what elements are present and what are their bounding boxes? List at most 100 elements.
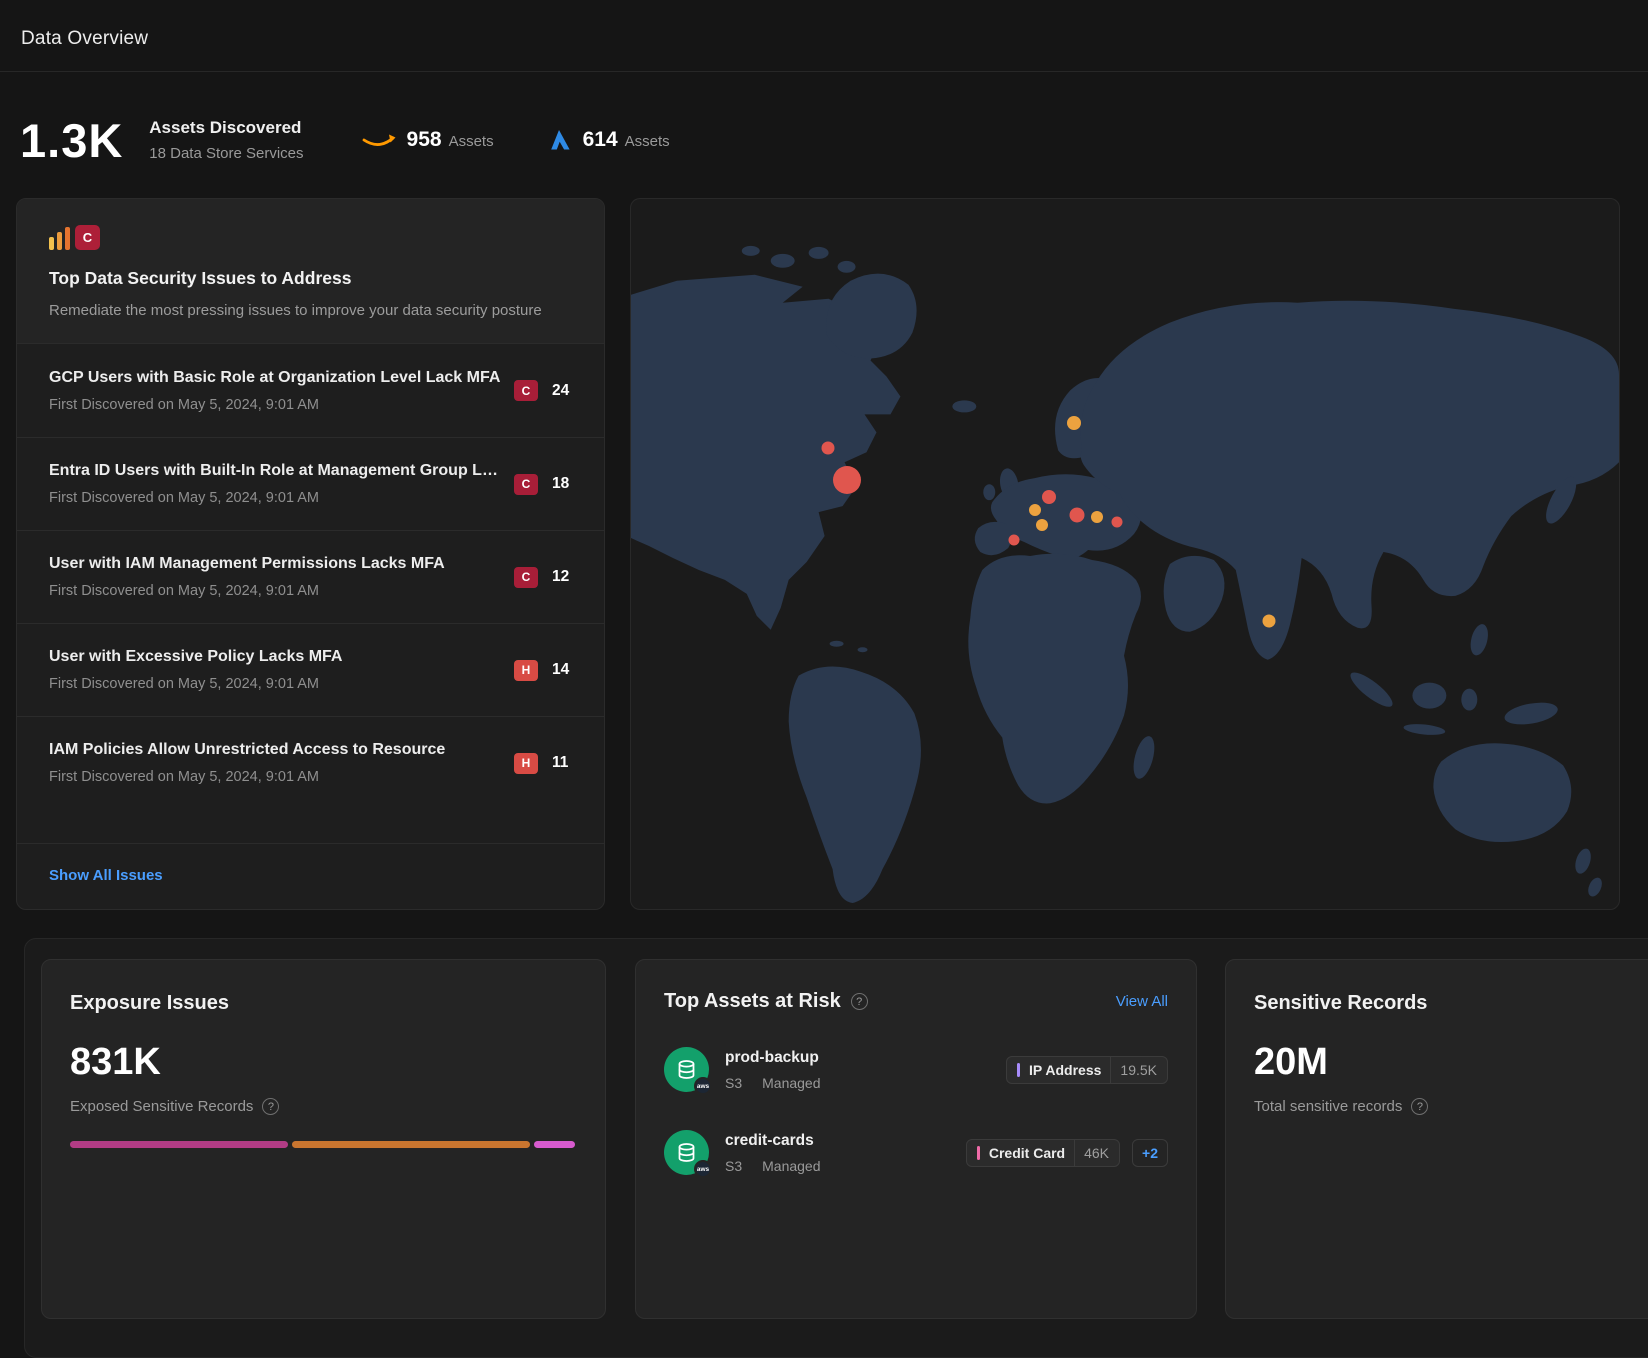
issue-title: IAM Policies Allow Unrestricted Access t… — [49, 741, 502, 759]
aws-provider-badge: aws — [694, 1160, 712, 1178]
asset-service: S3 — [725, 1075, 742, 1091]
map-marker[interactable] — [1036, 519, 1048, 531]
asset-status: Managed — [762, 1075, 820, 1091]
critical-badge-icon: C — [75, 225, 100, 250]
map-dots-layer — [631, 199, 1619, 909]
issue-discovered-date: First Discovered on May 5, 2024, 9:01 AM — [49, 676, 502, 692]
issues-card-header: C Top Data Security Issues to Address Re… — [17, 199, 604, 344]
tag-value: 46K — [1084, 1145, 1109, 1161]
issue-count: 11 — [552, 754, 572, 772]
tag-accent-bar — [977, 1146, 980, 1160]
asset-status: Managed — [762, 1158, 820, 1174]
tag-accent-bar — [1017, 1063, 1020, 1077]
data-store-services-label: 18 Data Store Services — [149, 145, 303, 162]
sensitive-records-value: 20M — [1254, 1041, 1648, 1084]
severity-badge: H — [514, 753, 538, 774]
issue-count: 14 — [552, 661, 572, 679]
severity-badge: H — [514, 660, 538, 681]
issue-count: 12 — [552, 568, 572, 586]
view-all-link[interactable]: View All — [1116, 993, 1168, 1010]
aws-provider-badge: aws — [694, 1077, 712, 1095]
provider-stat-azure: 614 Assets — [546, 128, 670, 152]
tag-divider — [1074, 1139, 1075, 1166]
map-marker[interactable] — [833, 466, 861, 494]
tag-value: 19.5K — [1120, 1062, 1157, 1078]
assets-discovered-label: Assets Discovered — [149, 118, 303, 138]
issues-card-subtitle: Remediate the most pressing issues to im… — [49, 302, 572, 319]
map-marker[interactable] — [1069, 507, 1084, 522]
exposure-issues-card: Exposure Issues 831K Exposed Sensitive R… — [41, 959, 606, 1319]
issues-list: GCP Users with Basic Role at Organizatio… — [17, 344, 604, 843]
severity-badge: C — [514, 474, 538, 495]
help-icon[interactable] — [1411, 1098, 1428, 1115]
issue-row[interactable]: User with IAM Management Permissions Lac… — [17, 530, 604, 623]
header-divider — [0, 71, 1648, 72]
sensitive-records-label: Total sensitive records — [1254, 1098, 1402, 1115]
provider-stat-aws: 958 Assets — [362, 128, 494, 152]
map-marker[interactable] — [1112, 517, 1123, 528]
issue-discovered-date: First Discovered on May 5, 2024, 9:01 AM — [49, 583, 502, 599]
exposure-bar-segment — [534, 1141, 575, 1148]
map-marker[interactable] — [1067, 416, 1081, 430]
exposure-bar-segment — [292, 1141, 530, 1148]
issue-row[interactable]: Entra ID Users with Built-In Role at Man… — [17, 437, 604, 530]
severity-badge: C — [514, 380, 538, 401]
sensitive-records-card: Sensitive Records 20M Total sensitive re… — [1225, 959, 1648, 1319]
map-marker[interactable] — [1029, 504, 1041, 516]
top-assets-at-risk-card: Top Assets at Risk View All aws prod-bac… — [635, 959, 1197, 1319]
world-map-card — [630, 198, 1620, 910]
exposure-issues-value: 831K — [70, 1041, 577, 1084]
asset-service: S3 — [725, 1158, 742, 1174]
tag-label: IP Address — [1029, 1062, 1101, 1078]
summary-stats-row: 1.3K Assets Discovered 18 Data Store Ser… — [20, 98, 670, 182]
issue-title: Entra ID Users with Built-In Role at Man… — [49, 462, 502, 480]
map-marker[interactable] — [1042, 490, 1056, 504]
more-tags-badge[interactable]: +2 — [1132, 1139, 1168, 1167]
severity-bars-icon — [49, 227, 70, 250]
map-marker[interactable] — [1009, 534, 1020, 545]
issue-discovered-date: First Discovered on May 5, 2024, 9:01 AM — [49, 397, 502, 413]
issue-row[interactable]: User with Excessive Policy Lacks MFA Fir… — [17, 623, 604, 716]
tag-divider — [1110, 1056, 1111, 1083]
issue-title: User with IAM Management Permissions Lac… — [49, 555, 502, 573]
top-security-issues-card: C Top Data Security Issues to Address Re… — [16, 198, 605, 910]
aws-logo-icon — [362, 129, 396, 151]
azure-asset-count: 614 — [583, 128, 618, 152]
azure-logo-icon — [546, 128, 572, 152]
asset-row[interactable]: aws prod-backup S3 Managed IP Address 19… — [664, 1047, 1168, 1092]
exposure-issues-label: Exposed Sensitive Records — [70, 1098, 253, 1115]
show-all-issues-link[interactable]: Show All Issues — [17, 843, 604, 909]
page-title: Data Overview — [21, 28, 148, 50]
issue-row[interactable]: GCP Users with Basic Role at Organizatio… — [17, 344, 604, 437]
issues-card-title: Top Data Security Issues to Address — [49, 268, 572, 289]
help-icon[interactable] — [851, 993, 868, 1010]
bottom-panel: Exposure Issues 831K Exposed Sensitive R… — [24, 938, 1648, 1358]
asset-row[interactable]: aws credit-cards S3 Managed Credit Card … — [664, 1130, 1168, 1175]
top-assets-title: Top Assets at Risk — [664, 990, 841, 1013]
exposure-issues-title: Exposure Issues — [70, 992, 577, 1015]
database-icon: aws — [664, 1047, 709, 1092]
database-icon: aws — [664, 1130, 709, 1175]
issue-title: GCP Users with Basic Role at Organizatio… — [49, 369, 502, 387]
sensitive-records-title: Sensitive Records — [1254, 992, 1648, 1015]
azure-asset-unit: Assets — [625, 133, 670, 150]
map-marker[interactable] — [1091, 511, 1103, 523]
exposure-bar — [70, 1141, 577, 1148]
sensitive-data-tag: IP Address 19.5K — [1006, 1056, 1168, 1084]
issue-count: 18 — [552, 475, 572, 493]
issue-title: User with Excessive Policy Lacks MFA — [49, 648, 502, 666]
issue-discovered-date: First Discovered on May 5, 2024, 9:01 AM — [49, 769, 502, 785]
map-marker[interactable] — [821, 442, 834, 455]
asset-name: prod-backup — [725, 1049, 990, 1067]
aws-asset-unit: Assets — [449, 133, 494, 150]
assets-discovered-count: 1.3K — [20, 117, 123, 164]
severity-badge: C — [514, 567, 538, 588]
issue-row[interactable]: IAM Policies Allow Unrestricted Access t… — [17, 716, 604, 809]
sensitive-data-tag: Credit Card 46K — [966, 1139, 1120, 1167]
map-marker[interactable] — [1263, 614, 1276, 627]
help-icon[interactable] — [262, 1098, 279, 1115]
tag-label: Credit Card — [989, 1145, 1065, 1161]
issue-discovered-date: First Discovered on May 5, 2024, 9:01 AM — [49, 490, 502, 506]
aws-asset-count: 958 — [407, 128, 442, 152]
issue-count: 24 — [552, 382, 572, 400]
